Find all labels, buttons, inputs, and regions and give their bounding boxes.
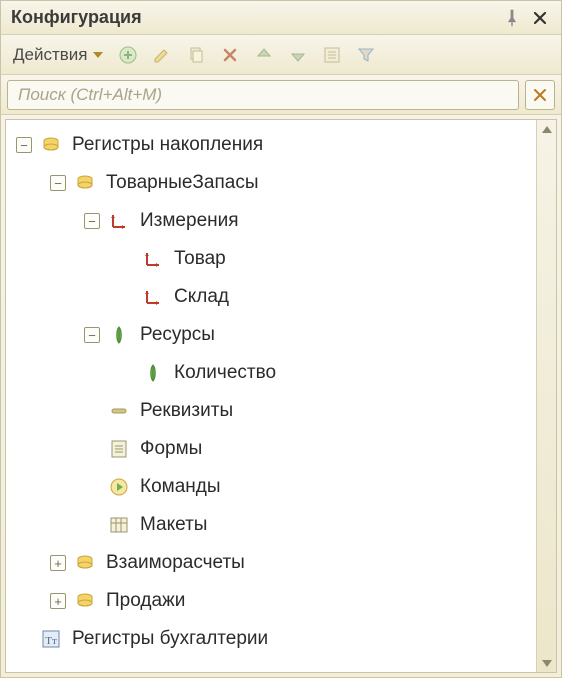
- tree-node[interactable]: Tт Регистры бухгалтерии: [12, 620, 534, 658]
- tree-node-label: Регистры накопления: [72, 134, 263, 156]
- svg-text:Tт: Tт: [45, 635, 57, 647]
- add-icon[interactable]: [115, 42, 141, 68]
- list-icon[interactable]: [319, 42, 345, 68]
- tree-node[interactable]: − ТоварныеЗапасы: [12, 164, 534, 202]
- pin-icon[interactable]: [501, 7, 523, 29]
- dimension-icon: [142, 248, 164, 270]
- collapse-icon[interactable]: −: [16, 137, 32, 153]
- copy-icon[interactable]: [183, 42, 209, 68]
- config-panel: Конфигурация Действия: [0, 0, 562, 678]
- tree-node-label: Реквизиты: [140, 400, 233, 422]
- tree-node-label: Макеты: [140, 514, 207, 536]
- delete-icon[interactable]: [217, 42, 243, 68]
- collapse-icon[interactable]: −: [84, 213, 100, 229]
- register-icon: [74, 552, 96, 574]
- dimension-icon: [142, 286, 164, 308]
- scroll-down-icon[interactable]: [537, 654, 556, 672]
- tree-node[interactable]: − Измерения: [12, 202, 534, 240]
- resource-icon: [108, 324, 130, 346]
- scroll-up-icon[interactable]: [537, 120, 556, 138]
- window-title: Конфигурация: [11, 7, 495, 28]
- tree-node[interactable]: Товар: [12, 240, 534, 278]
- commands-icon: [108, 476, 130, 498]
- clear-search-icon[interactable]: [525, 80, 555, 110]
- titlebar: Конфигурация: [1, 1, 561, 35]
- tree-node[interactable]: Макеты: [12, 506, 534, 544]
- collapse-icon[interactable]: −: [50, 175, 66, 191]
- toolbar: Действия: [1, 35, 561, 75]
- templates-icon: [108, 514, 130, 536]
- tree-node[interactable]: Реквизиты: [12, 392, 534, 430]
- tree-node-label: Количество: [174, 362, 276, 384]
- chevron-down-icon: [93, 52, 103, 58]
- tree-node[interactable]: Количество: [12, 354, 534, 392]
- tree-node-label: ТоварныеЗапасы: [106, 172, 258, 194]
- tree-node[interactable]: + Взаиморасчеты: [12, 544, 534, 582]
- tree-area: − Регистры накопления − ТоварныеЗапасы − Изме…: [5, 119, 557, 673]
- expand-icon[interactable]: +: [50, 555, 66, 571]
- tree-node-label: Регистры бухгалтерии: [72, 628, 268, 650]
- tree-node[interactable]: − Регистры накопления: [12, 126, 534, 164]
- collapse-icon[interactable]: −: [84, 327, 100, 343]
- resource-icon: [142, 362, 164, 384]
- tree-node-label: Команды: [140, 476, 221, 498]
- accounting-icon: Tт: [40, 628, 62, 650]
- tree-node-label: Товар: [174, 248, 226, 270]
- tree-node-label: Ресурсы: [140, 324, 215, 346]
- move-down-icon[interactable]: [285, 42, 311, 68]
- actions-button[interactable]: Действия: [9, 43, 107, 67]
- tree-node[interactable]: + Продажи: [12, 582, 534, 620]
- tree-node[interactable]: Команды: [12, 468, 534, 506]
- search-bar: [1, 75, 561, 115]
- tree-node-label: Склад: [174, 286, 229, 308]
- search-input[interactable]: [7, 80, 519, 110]
- tree-node-label: Измерения: [140, 210, 239, 232]
- register-icon: [40, 134, 62, 156]
- config-tree[interactable]: − Регистры накопления − ТоварныеЗапасы − Изме…: [6, 120, 536, 672]
- tree-node-label: Продажи: [106, 590, 185, 612]
- tree-node[interactable]: − Ресурсы: [12, 316, 534, 354]
- tree-node[interactable]: Склад: [12, 278, 534, 316]
- edit-icon[interactable]: [149, 42, 175, 68]
- register-icon: [74, 172, 96, 194]
- dimension-icon: [108, 210, 130, 232]
- tree-node-label: Формы: [140, 438, 202, 460]
- forms-icon: [108, 438, 130, 460]
- close-icon[interactable]: [529, 7, 551, 29]
- attribute-icon: [108, 400, 130, 422]
- actions-label: Действия: [13, 45, 87, 65]
- filter-icon[interactable]: [353, 42, 379, 68]
- tree-node[interactable]: Формы: [12, 430, 534, 468]
- tree-node-label: Взаиморасчеты: [106, 552, 245, 574]
- scrollbar[interactable]: [536, 120, 556, 672]
- move-up-icon[interactable]: [251, 42, 277, 68]
- expand-icon[interactable]: +: [50, 593, 66, 609]
- register-icon: [74, 590, 96, 612]
